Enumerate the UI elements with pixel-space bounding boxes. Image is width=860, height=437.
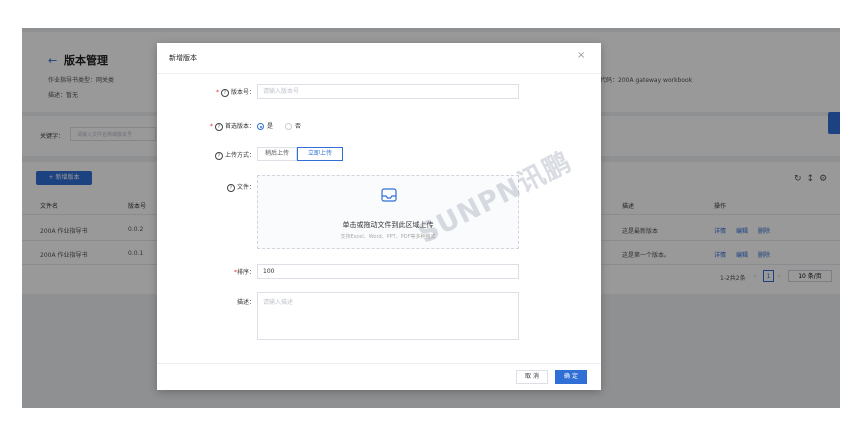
description-label: 描述：: [236, 299, 255, 306]
modal-footer-divider: [157, 363, 601, 364]
preferred-label: *? 首选版本：: [209, 122, 255, 131]
question-icon: ?: [214, 122, 223, 131]
upload-later-button[interactable]: 稍后上传: [257, 147, 297, 161]
inbox-icon: [381, 188, 397, 202]
add-version-modal: 新增版本 × *? 版本号： 请输入版本号 *? 首选版本： 是 否 ? 上传方式： …: [157, 43, 601, 390]
version-label: *? 版本号：: [215, 88, 255, 97]
confirm-button[interactable]: 确 定: [555, 370, 587, 384]
modal-title: 新增版本: [169, 54, 197, 62]
sort-input[interactable]: 100: [257, 264, 519, 279]
description-textarea[interactable]: 请输入描述: [257, 292, 519, 340]
dropzone-hint: 支持Excel、Word、PPT、PDF等多种格式: [340, 234, 436, 240]
question-icon: ?: [226, 183, 235, 192]
close-icon[interactable]: ×: [577, 50, 585, 61]
question-icon: ?: [214, 151, 223, 160]
sort-label: *排序：: [233, 269, 255, 276]
modal-header: 新增版本 ×: [157, 43, 601, 74]
cancel-button[interactable]: 取 消: [516, 370, 548, 384]
file-label: ? 文件：: [225, 182, 255, 192]
question-icon: ?: [220, 88, 229, 97]
upload-method-label: ? 上传方式：: [213, 150, 255, 160]
upload-now-button[interactable]: 立即上传: [297, 147, 343, 161]
version-input[interactable]: 请输入版本号: [257, 84, 519, 99]
preferred-no-radio[interactable]: 否: [285, 121, 301, 130]
preferred-yes-radio[interactable]: 是: [257, 121, 273, 130]
